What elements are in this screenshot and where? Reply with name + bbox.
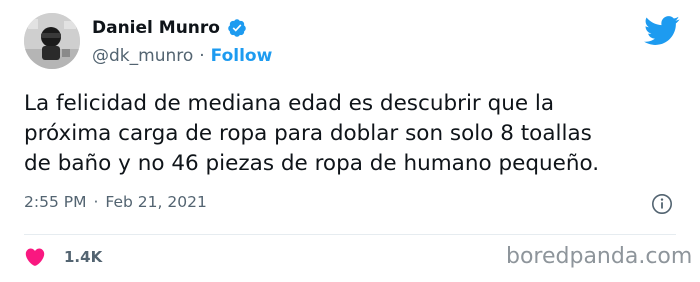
tweet-text-line: próxima carga de ropa para doblar son so… — [24, 121, 592, 146]
tweet-text-line: de baño y no 46 piezas de ropa de humano… — [24, 151, 600, 176]
author-handle[interactable]: @dk_munro — [92, 46, 193, 66]
tweet-text-line: La felicidad de mediana edad es descubri… — [24, 91, 555, 116]
timestamp-separator: · — [93, 193, 99, 211]
tweet-text: La felicidad de mediana edad es descubri… — [24, 89, 684, 179]
handle-separator: · — [199, 46, 205, 66]
avatar[interactable] — [24, 13, 80, 69]
info-icon[interactable] — [651, 193, 673, 215]
tweet-timestamp[interactable]: 2:55 PM · Feb 21, 2021 — [24, 190, 207, 214]
verified-badge-icon — [227, 18, 247, 38]
like-action[interactable]: 1.4K — [24, 244, 102, 270]
tweet-time: 2:55 PM — [24, 193, 87, 211]
author-handle-row: @dk_munro · Follow — [92, 44, 272, 68]
heart-icon[interactable] — [24, 246, 46, 268]
watermark: boredpanda.com — [506, 244, 693, 269]
tweet-card: Daniel Munro @dk_munro · Follow La felic… — [0, 0, 700, 282]
follow-button[interactable]: Follow — [211, 46, 273, 66]
author-name[interactable]: Daniel Munro — [92, 18, 220, 38]
twitter-bird-icon[interactable] — [644, 16, 680, 46]
author-name-row: Daniel Munro — [92, 16, 247, 40]
tweet-date: Feb 21, 2021 — [105, 193, 207, 211]
like-count: 1.4K — [64, 248, 103, 266]
divider — [24, 234, 676, 235]
